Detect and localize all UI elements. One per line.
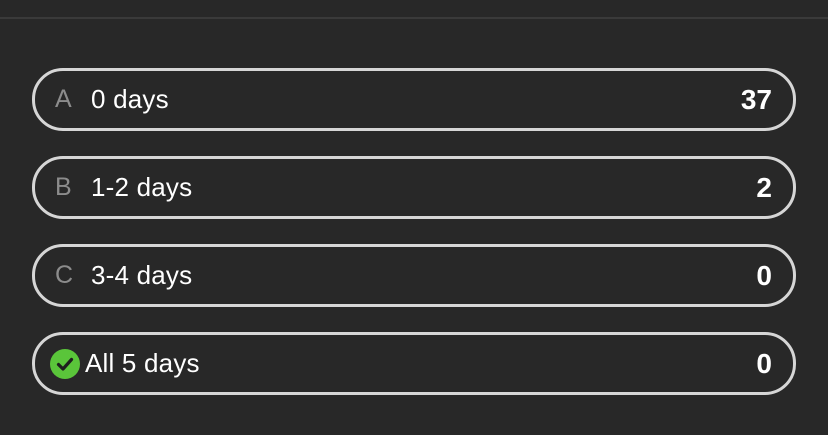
option-letter: B <box>55 173 72 201</box>
answer-options-list: A 0 days 37 B 1-2 days 2 C 3-4 days 0 Al… <box>32 68 796 420</box>
answer-option-a[interactable]: A 0 days 37 <box>32 68 796 131</box>
answer-option-c[interactable]: C 3-4 days 0 <box>32 244 796 307</box>
option-label: 1-2 days <box>91 172 193 202</box>
option-letter: C <box>55 261 74 289</box>
option-count: 2 <box>756 171 772 203</box>
option-count: 0 <box>756 347 772 379</box>
option-count: 37 <box>740 83 772 115</box>
option-label: All 5 days <box>85 348 200 378</box>
option-count: 0 <box>756 259 772 291</box>
answer-option-b[interactable]: B 1-2 days 2 <box>32 156 796 219</box>
option-label: 0 days <box>91 84 169 114</box>
option-label: 3-4 days <box>91 260 193 290</box>
top-divider <box>0 17 828 19</box>
answer-option-correct[interactable]: All 5 days 0 <box>32 332 796 395</box>
checkmark-circle-icon <box>49 348 85 380</box>
option-letter: A <box>55 85 72 113</box>
